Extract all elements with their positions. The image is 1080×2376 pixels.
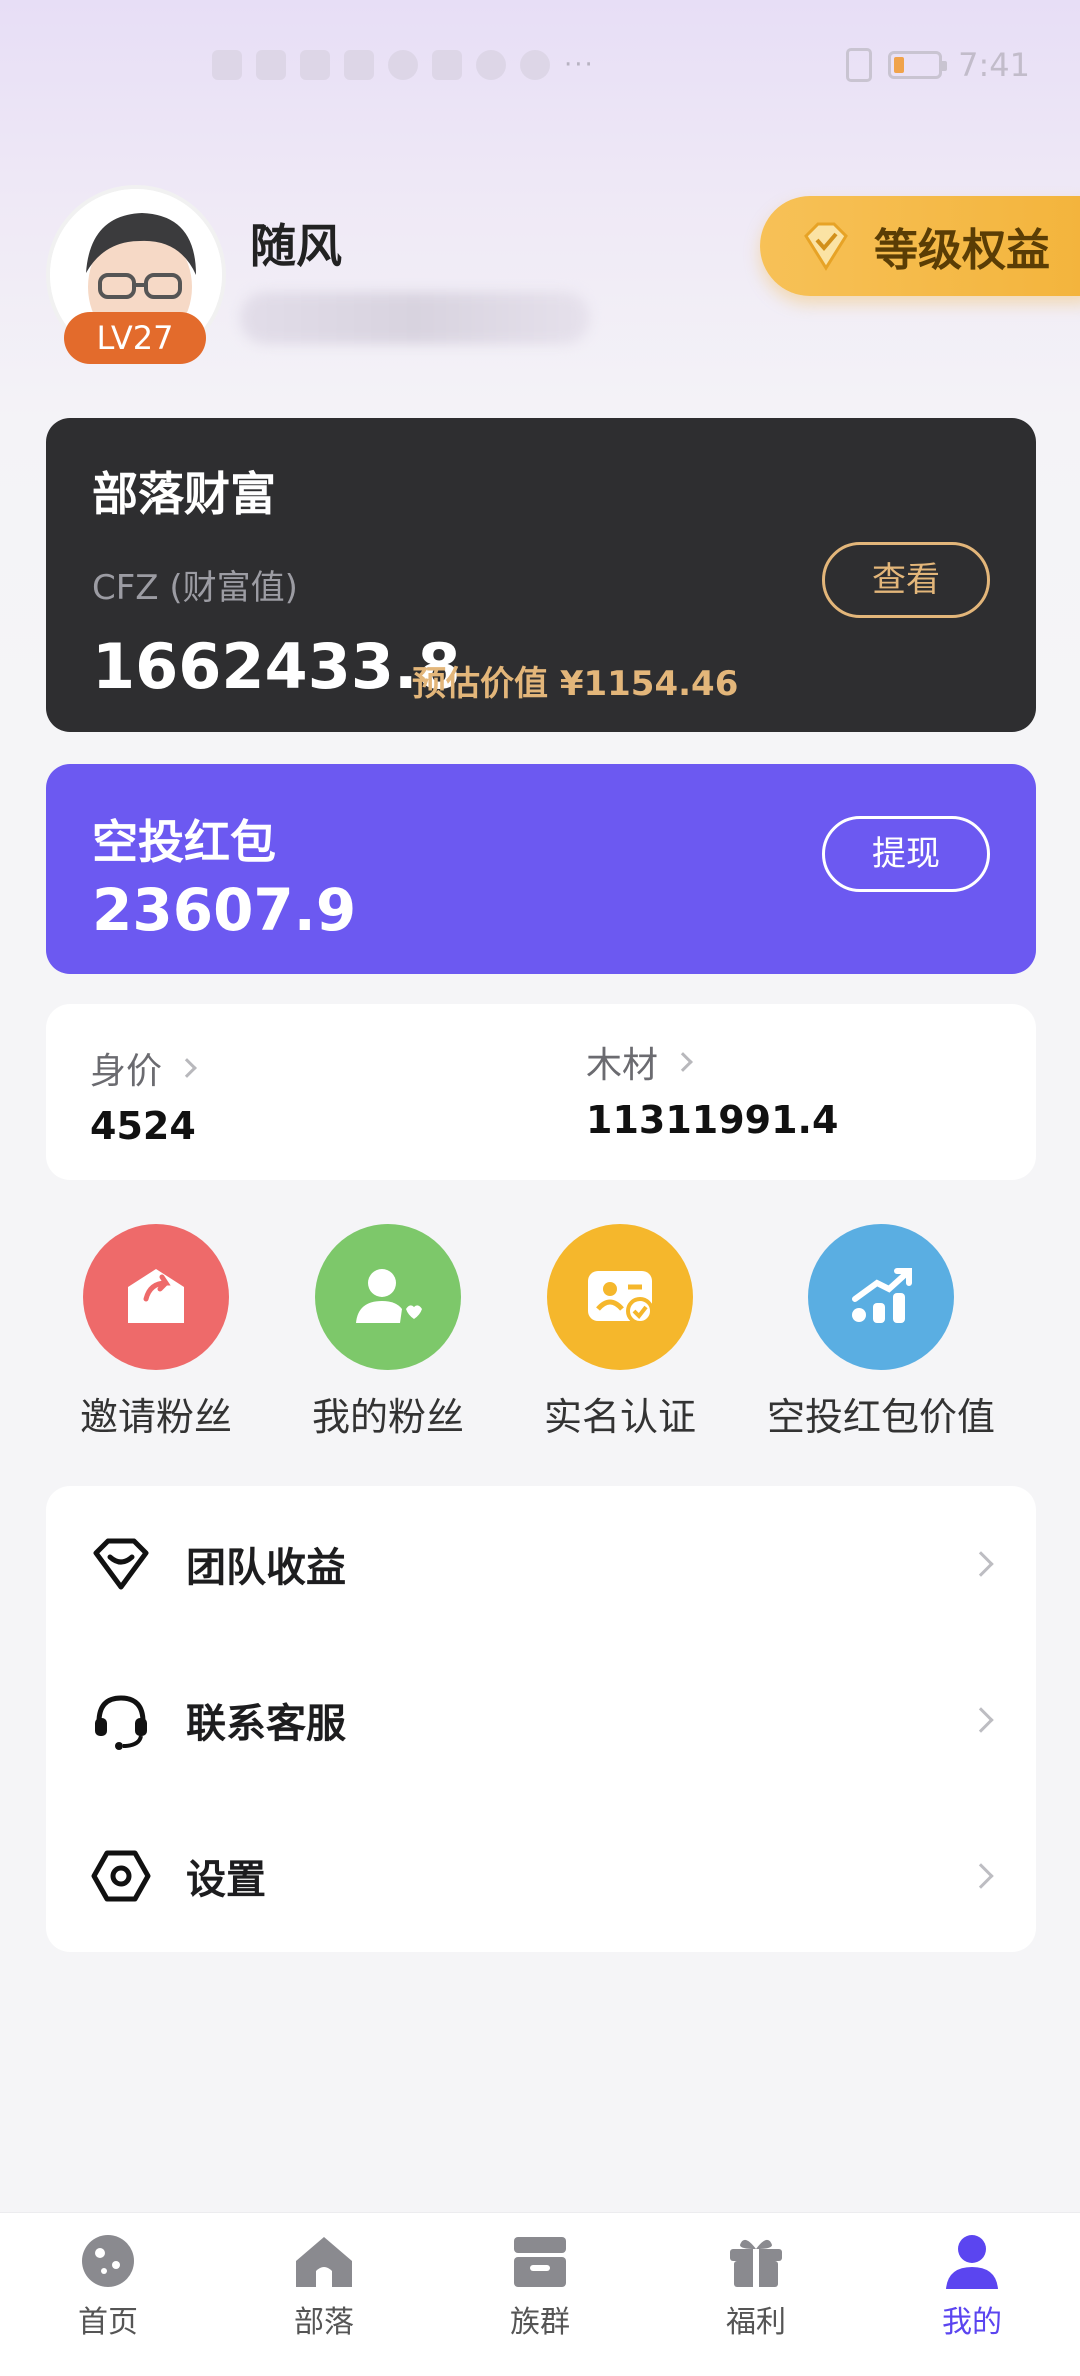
signal-icon: [256, 50, 286, 80]
status-right: 7:41: [846, 46, 1030, 84]
stat-net-worth[interactable]: 身价 4524: [90, 1042, 197, 1148]
menu-item-customer-service[interactable]: 联系客服: [46, 1642, 1036, 1798]
wealth-subtitle: CFZ (财富值): [92, 568, 298, 608]
battery-icon: [888, 51, 948, 79]
stat-label: 身价: [90, 1051, 163, 1092]
stats-card: 身价 4524 木材 11311991.4: [46, 1004, 1036, 1180]
tab-label: 族群: [510, 2305, 570, 2340]
gift-icon: [724, 2229, 788, 2293]
diamond-check-icon: [804, 222, 848, 271]
chart-up-icon: [808, 1224, 954, 1370]
tab-welfare[interactable]: 福利: [676, 2229, 836, 2341]
nfc-icon: [846, 48, 873, 82]
wealth-value: 1662433.8: [92, 630, 461, 703]
app-icon: [432, 50, 462, 80]
status-time: 7:41: [958, 46, 1030, 84]
status-bar: ··· 7:41: [0, 0, 1080, 140]
quick-action-my-fans[interactable]: 我的粉丝: [268, 1224, 508, 1441]
view-wealth-button[interactable]: 查看: [822, 542, 990, 618]
blurred-user-id: [240, 292, 590, 344]
quick-action-label: 我的粉丝: [311, 1395, 464, 1439]
wealth-title: 部落财富: [92, 467, 276, 521]
menu-item-team-income[interactable]: 团队收益: [46, 1486, 1036, 1642]
quick-actions: 邀请粉丝 我的粉丝 实名认证 空投红包价值: [46, 1224, 1036, 1454]
quick-action-airdrop-value[interactable]: 空投红包价值: [746, 1224, 1016, 1441]
stat-wood[interactable]: 木材 11311991.4: [586, 1036, 838, 1142]
wifi-icon: [300, 50, 330, 80]
app-icon: [476, 50, 506, 80]
store-icon: [508, 2229, 572, 2293]
quick-action-label: 实名认证: [543, 1395, 696, 1439]
app-icon: [388, 50, 418, 80]
chevron-right-icon: [177, 1058, 197, 1078]
id-card-icon: [547, 1224, 693, 1370]
stat-label: 木材: [586, 1045, 659, 1086]
username: 随风: [250, 219, 342, 273]
quick-action-label: 邀请粉丝: [79, 1395, 232, 1439]
tab-tribe[interactable]: 部落: [244, 2229, 404, 2341]
chevron-right-icon: [968, 1863, 994, 1889]
status-overflow: ···: [564, 50, 595, 80]
tab-groups[interactable]: 族群: [460, 2229, 620, 2341]
bottom-tab-bar: 首页 部落 族群 福利 我的: [0, 2212, 1080, 2376]
tab-label: 我的: [942, 2305, 1002, 2340]
user-icon: [940, 2229, 1004, 2293]
airdrop-value: 23607.9: [92, 876, 357, 944]
profile-page: ··· 7:41 LV27 随风 等级权益 部落财富 CFZ (财富值) 166…: [0, 0, 1080, 2376]
quick-action-label: 空投红包价值: [766, 1395, 995, 1439]
quick-action-invite-fans[interactable]: 邀请粉丝: [36, 1224, 276, 1441]
menu-item-settings[interactable]: 设置: [46, 1798, 1036, 1954]
level-badge: LV27: [64, 312, 206, 364]
tab-label: 部落: [294, 2305, 354, 2340]
stat-value: 4524: [90, 1104, 196, 1148]
house-icon: [292, 2229, 356, 2293]
hd-icon: [212, 50, 242, 80]
menu-item-label: 设置: [186, 1857, 266, 1903]
airdrop-card: 空投红包 23607.9 提现: [46, 764, 1036, 974]
stat-value: 11311991.4: [586, 1098, 839, 1142]
home-planet-icon: [76, 2229, 140, 2293]
fans-icon: [315, 1224, 461, 1370]
menu-list: 团队收益 联系客服 设置: [46, 1486, 1036, 1952]
status-left-icons: ···: [212, 50, 595, 80]
invite-icon: [83, 1224, 229, 1370]
withdraw-button[interactable]: 提现: [822, 816, 990, 892]
menu-item-label: 团队收益: [186, 1545, 346, 1591]
level-benefits-button[interactable]: 等级权益: [760, 196, 1080, 296]
weibo-icon: [520, 50, 550, 80]
chevron-right-icon: [968, 1551, 994, 1577]
team-income-icon: [88, 1531, 154, 1597]
chevron-right-icon: [968, 1707, 994, 1733]
airdrop-title: 空投红包: [92, 815, 276, 869]
menu-item-label: 联系客服: [186, 1701, 346, 1747]
settings-icon: [88, 1843, 154, 1909]
headset-icon: [88, 1687, 154, 1753]
chevron-right-icon: [673, 1052, 693, 1072]
quick-action-id-verification[interactable]: 实名认证: [500, 1224, 740, 1441]
tab-home[interactable]: 首页: [28, 2229, 188, 2341]
mail-icon: [344, 50, 374, 80]
level-benefits-label: 等级权益: [874, 225, 1050, 276]
tab-label: 福利: [726, 2305, 786, 2340]
tab-label: 首页: [78, 2305, 138, 2340]
tab-mine[interactable]: 我的: [892, 2229, 1052, 2341]
wealth-card: 部落财富 CFZ (财富值) 1662433.8 预估价值 ¥1154.46 查…: [46, 418, 1036, 732]
wealth-estimated-value: 预估价值 ¥1154.46: [412, 664, 739, 704]
